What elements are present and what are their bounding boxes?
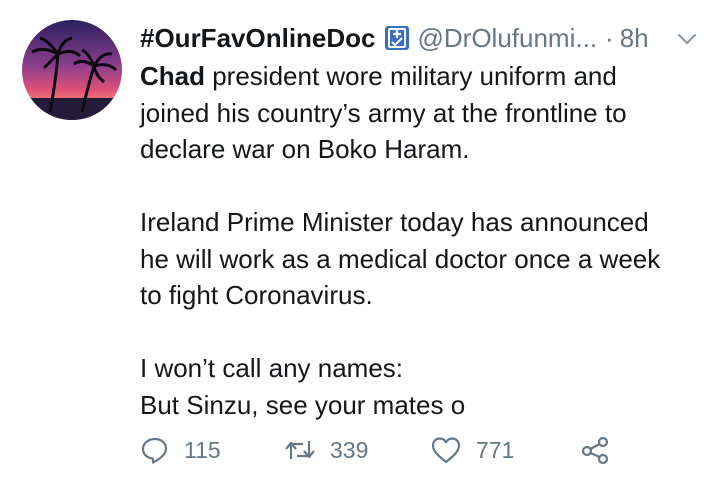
text-line: Ireland Prime Minister today has announc… [140,207,649,237]
like-button[interactable]: 771 [430,430,514,470]
tweet-text: Chad president wore military uniform and… [140,58,710,423]
medical-badge-icon [384,25,410,51]
text-line: joined his country’s army at the frontli… [140,97,627,128]
text-line: Chad president wore military uniform and [140,58,710,95]
display-name[interactable]: #OurFavOnlineDoc [140,23,376,54]
avatar[interactable] [22,20,122,120]
retweet-count: 339 [330,436,369,463]
tweet-actions: 115 339 771 [140,430,700,470]
like-count: 771 [476,436,515,463]
chevron-down-icon[interactable] [676,28,698,50]
text-line: I won’t call any names: [140,353,404,383]
text-line: to fight Coronavirus. [140,280,373,310]
tweet-header: #OurFavOnlineDoc @DrOlufunmi... · 8h [140,18,649,58]
text-line: But Sinzu, see your mates o [140,389,466,420]
reply-icon [141,437,168,464]
reply-count: 115 [184,436,221,463]
bold-word: Chad [140,61,205,91]
retweet-button[interactable]: 339 [284,430,368,470]
separator-dot: · [605,22,614,53]
retweet-icon [285,441,315,459]
text-fragment: president wore military uniform and [205,61,617,91]
share-icon [581,436,609,465]
share-button[interactable] [580,430,624,470]
tweet[interactable]: #OurFavOnlineDoc @DrOlufunmi... · 8h Cha… [0,0,720,490]
heart-icon [431,437,461,464]
text-line: he will work as a medical doctor once a … [140,243,661,274]
text-line: declare war on Boko Haram. [140,134,470,164]
handle[interactable]: @DrOlufunmi... [418,23,598,54]
timestamp[interactable]: 8h [620,23,649,54]
reply-button[interactable]: 115 [140,430,221,470]
